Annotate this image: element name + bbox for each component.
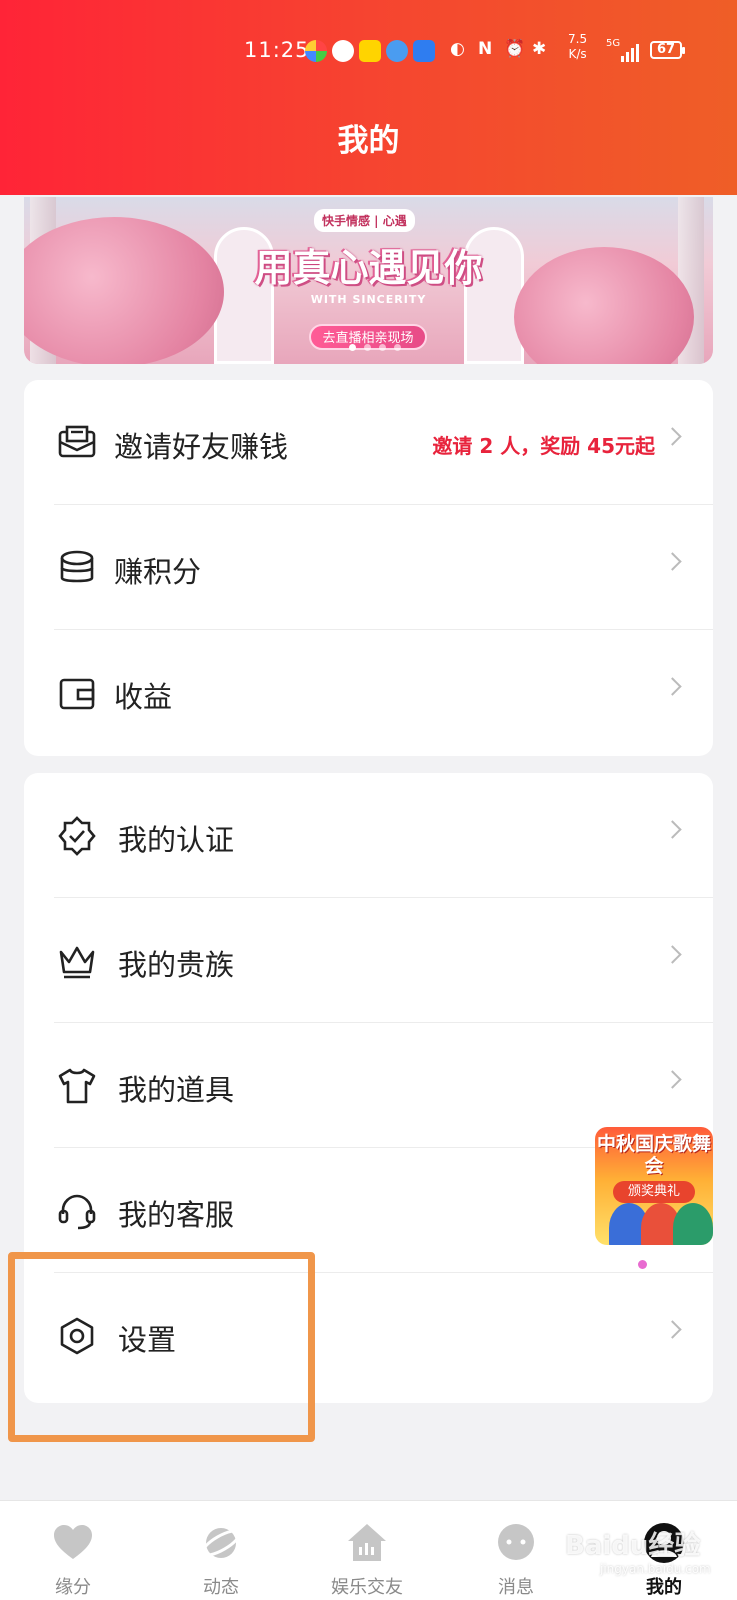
- tab-label: 我的: [646, 1577, 682, 1598]
- chevron-right-icon: [663, 820, 682, 839]
- planet-icon: [200, 1528, 242, 1558]
- hd-voice-icon: ◐: [450, 39, 465, 59]
- invite-reward-text: 邀请 2 人，奖励 45元起: [432, 434, 655, 458]
- crown-icon: [59, 946, 95, 979]
- cloud-notification-icon: [332, 40, 354, 62]
- menu-item-label: 邀请好友赚钱: [114, 430, 289, 464]
- home-audio-icon: [348, 1524, 386, 1561]
- banner-brand-tag: 快手情感 | 心遇: [314, 209, 415, 232]
- ad-character-image: [673, 1203, 713, 1245]
- chevron-right-icon: [663, 945, 682, 964]
- tab-label: 缘分: [55, 1577, 91, 1598]
- tab-label: 动态: [203, 1577, 239, 1598]
- network-type: 5G: [606, 38, 621, 49]
- tab-label: 娱乐交友: [331, 1577, 403, 1598]
- status-bar: 11:25 ◐ N ⏰ ✱ 7.5 K/s 5G 67: [0, 32, 737, 70]
- menu-item-label: 赚积分: [114, 555, 202, 589]
- chevron-right-icon: [663, 1320, 682, 1339]
- chevron-right-icon: [663, 427, 682, 446]
- menu-item-label: 收益: [114, 680, 173, 714]
- chevron-right-icon: [663, 677, 682, 696]
- ad-title: 中秋国庆歌舞会: [596, 1133, 711, 1177]
- page-title: 我的: [337, 123, 400, 159]
- app-notification-icon: [305, 40, 327, 62]
- menu-item-points[interactable]: 赚积分: [24, 505, 713, 630]
- network-speed: 7.5 K/s: [568, 32, 587, 62]
- menu-item-label: 我的客服: [118, 1198, 235, 1232]
- browser-notification-icon: [386, 40, 408, 62]
- menu-item-nobility[interactable]: 我的贵族: [24, 898, 713, 1023]
- menu-item-income[interactable]: 收益: [24, 630, 713, 755]
- nfc-icon: N: [478, 39, 493, 59]
- coins-icon: [60, 550, 94, 583]
- chat-bubble-icon: [498, 1524, 534, 1560]
- banner-pagination: [349, 336, 409, 355]
- banner-subtitle: WITH SINCERITY: [310, 293, 427, 306]
- fish-app-notification-icon: [413, 40, 435, 62]
- heart-icon: [54, 1525, 92, 1559]
- tshirt-icon: [58, 1068, 96, 1104]
- ad-badge: 颁奖典礼: [613, 1181, 695, 1203]
- envelope-icon: [58, 425, 96, 458]
- earnings-menu-card: 邀请好友赚钱 邀请 2 人，奖励 45元起 赚积分 收益: [24, 380, 713, 756]
- wallet-icon: [59, 678, 95, 710]
- menu-item-invite[interactable]: 邀请好友赚钱 邀请 2 人，奖励 45元起: [24, 380, 713, 505]
- battery-icon: 67: [650, 41, 685, 59]
- ad-pagination: [638, 1254, 683, 1273]
- bluetooth-icon: ✱: [532, 39, 547, 59]
- floating-event-ad[interactable]: 中秋国庆歌舞会 颁奖典礼: [595, 1127, 713, 1245]
- headset-icon: [58, 1194, 96, 1230]
- tab-entertainment[interactable]: 娱乐交友: [307, 1501, 427, 1600]
- chevron-right-icon: [663, 552, 682, 571]
- tab-label: 消息: [498, 1577, 534, 1598]
- watermark-url: jingyan.baidu.com: [600, 1562, 711, 1576]
- verified-badge-icon: [58, 816, 96, 856]
- header-bar: 11:25 ◐ N ⏰ ✱ 7.5 K/s 5G 67 我的: [0, 0, 737, 195]
- menu-item-label: 我的贵族: [118, 948, 235, 982]
- tab-dongtai[interactable]: 动态: [161, 1501, 281, 1600]
- signal-icon: [621, 42, 645, 62]
- highlight-annotation-box: [8, 1252, 315, 1442]
- banner-headline: 用真心遇见你: [254, 246, 483, 290]
- chevron-right-icon: [663, 1070, 682, 1089]
- watermark-logo: Baidu经验: [565, 1531, 701, 1561]
- menu-item-label: 我的认证: [118, 823, 235, 857]
- speed-value: 7.5: [568, 32, 588, 46]
- tab-messages[interactable]: 消息: [456, 1501, 576, 1600]
- menu-item-label: 我的道具: [118, 1073, 235, 1107]
- alarm-icon: ⏰: [504, 39, 526, 59]
- status-time: 11:25: [244, 38, 310, 62]
- yy-notification-icon: [359, 40, 381, 62]
- promo-banner[interactable]: 快手情感 | 心遇 用真心遇见你 WITH SINCERITY 去直播相亲现场: [24, 197, 713, 364]
- speed-unit: K/s: [568, 47, 587, 61]
- tab-yuanfen[interactable]: 缘分: [13, 1501, 133, 1600]
- menu-item-verification[interactable]: 我的认证: [24, 773, 713, 898]
